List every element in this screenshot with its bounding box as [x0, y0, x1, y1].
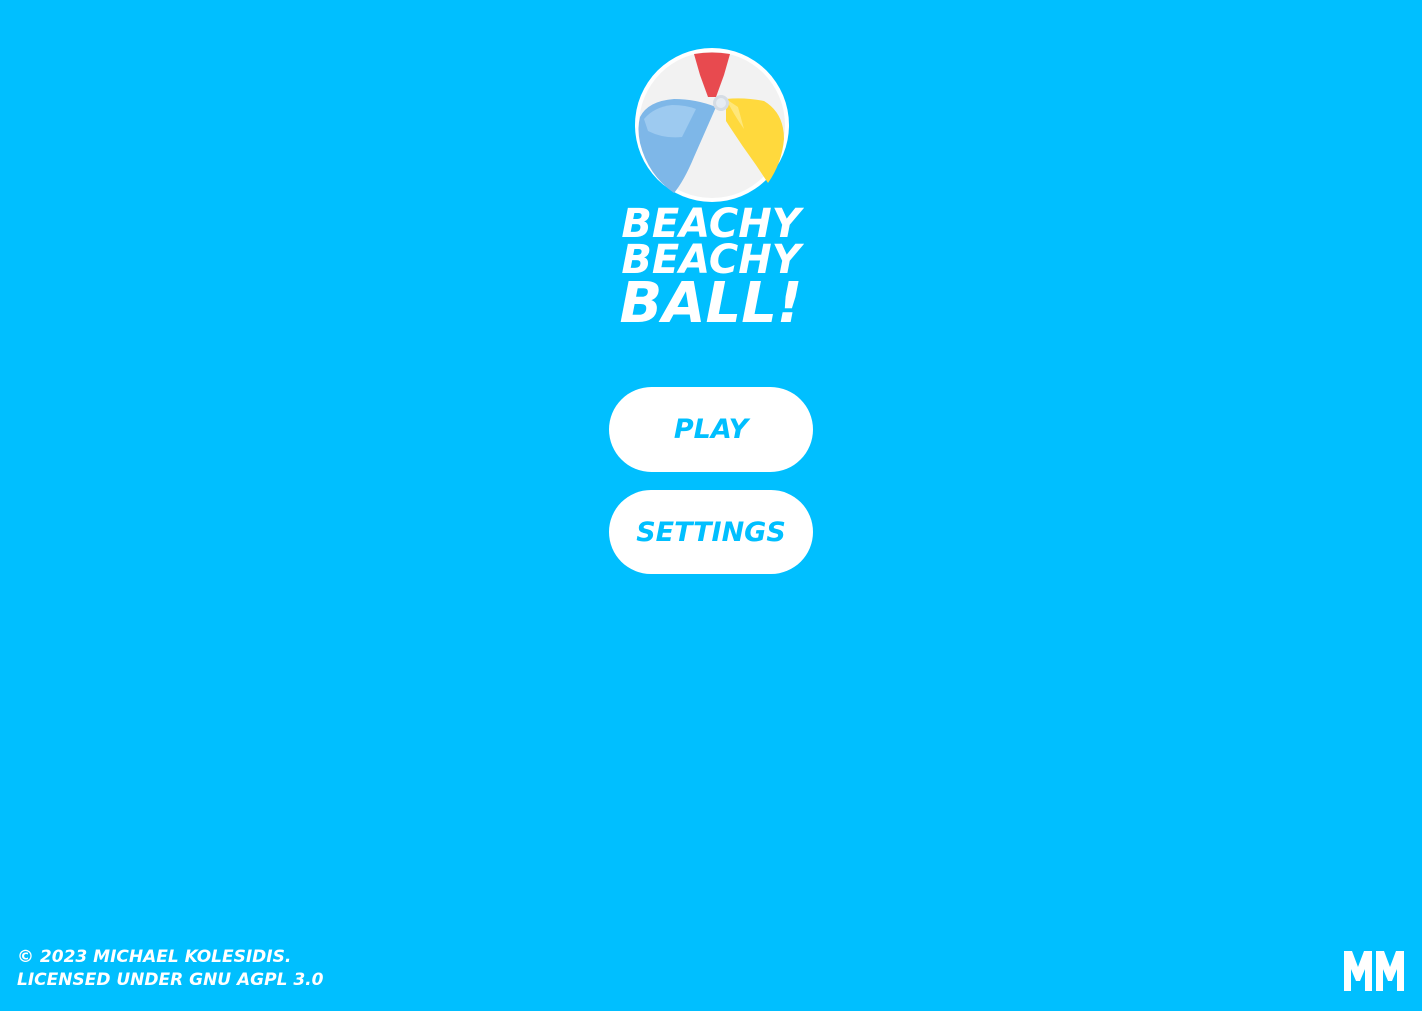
- mm-logo-icon[interactable]: [1342, 947, 1406, 995]
- play-button[interactable]: PLAY: [609, 387, 813, 472]
- settings-button[interactable]: SETTINGS: [609, 490, 813, 574]
- footer-credits: © 2023 MICHAEL KOLESIDIS. LICENSED UNDER…: [17, 946, 323, 992]
- beach-ball-icon: [635, 48, 789, 202]
- license-line: LICENSED UNDER GNU AGPL 3.0: [17, 969, 323, 992]
- main-menu-screen: BEACHY BEACHY BALL! PLAY SETTINGS © 2023…: [0, 0, 1422, 1011]
- license-prefix: LICENSED UNDER: [17, 970, 190, 990]
- license-link[interactable]: GNU AGPL 3.0: [189, 970, 323, 990]
- copyright-text: © 2023 MICHAEL KOLESIDIS.: [17, 947, 292, 967]
- game-title-line-3: BALL!: [619, 271, 803, 336]
